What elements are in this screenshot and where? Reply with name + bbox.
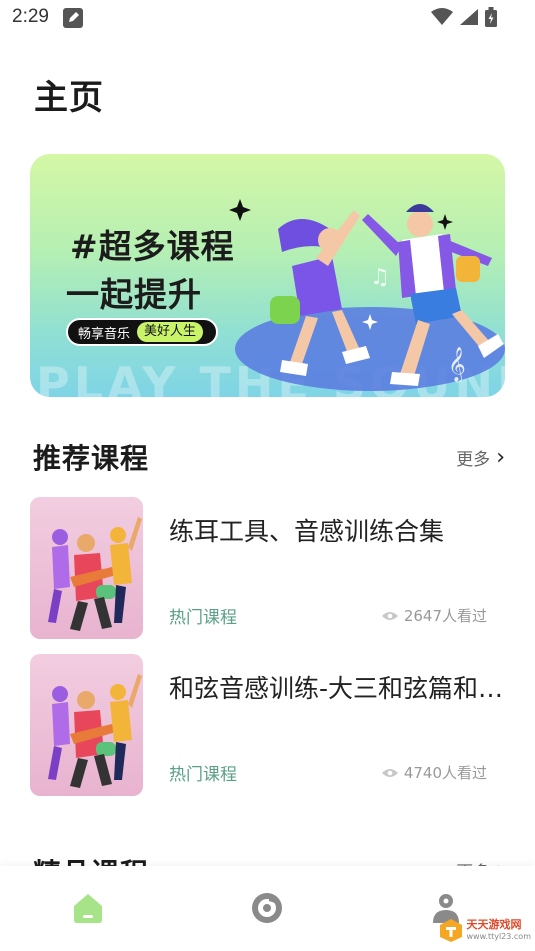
banner-slogan-pill: 畅享音乐 美好人生 xyxy=(66,318,218,346)
more-label: 更多 xyxy=(456,450,491,470)
rock-band-illustration xyxy=(48,517,142,631)
battery-icon xyxy=(485,7,497,27)
watermark-site-url: www.ttyl23.com xyxy=(466,931,531,941)
banner-headline-2: 一起提升 xyxy=(66,275,202,314)
tab-home[interactable] xyxy=(70,890,110,930)
course-title: 和弦音感训练-大三和弦篇和弦音感训练 xyxy=(169,674,505,703)
banner-headline-1: #超多课程 xyxy=(70,227,235,266)
eye-icon xyxy=(381,611,398,620)
dancing-couple-illustration: 𝄞 ♫ xyxy=(229,199,505,391)
course-view-count: 4740人看过 xyxy=(381,762,487,783)
eye-icon xyxy=(381,768,398,777)
course-thumbnail xyxy=(30,497,143,639)
svg-text:𝄞: 𝄞 xyxy=(448,347,466,383)
course-views-text: 4740人看过 xyxy=(403,764,487,782)
tab-music[interactable] xyxy=(249,890,289,930)
banner-slogan-text: 畅享音乐 xyxy=(78,326,131,342)
course-views-text: 2647人看过 xyxy=(403,607,487,625)
signal-icon xyxy=(460,9,478,25)
watermark-site-name: 天天游戏网 xyxy=(466,918,522,932)
status-time: 2:29 xyxy=(12,6,49,27)
banner-slogan-highlight: 美好人生 xyxy=(137,322,204,342)
course-view-count: 2647人看过 xyxy=(381,605,487,626)
status-bar: 2:29 xyxy=(0,0,535,38)
page-title: 主页 xyxy=(34,78,104,118)
watermark-logo-icon xyxy=(439,919,462,942)
edit-notification-icon xyxy=(63,8,83,28)
svg-text:♫: ♫ xyxy=(370,265,390,290)
status-icons xyxy=(431,7,497,27)
site-watermark-badge: 天天游戏网 www.ttyl23.com xyxy=(438,917,531,943)
course-card[interactable]: 练耳工具、音感训练合集 热门课程 2647人看过 xyxy=(30,497,505,639)
wifi-icon xyxy=(431,8,453,25)
course-thumbnail xyxy=(30,654,143,796)
bottom-tab-bar: 天天游戏网 www.ttyl23.com xyxy=(0,866,535,951)
course-tag: 热门课程 xyxy=(169,608,237,628)
music-disc-icon xyxy=(252,893,282,923)
course-tag: 热门课程 xyxy=(169,765,237,785)
recommended-more-link[interactable]: 更多 › xyxy=(456,445,505,470)
promo-banner[interactable]: PLAY THE SOUNDS #超多课程 一起提升 畅享音乐 美好人生 xyxy=(30,154,505,397)
recommended-section-title: 推荐课程 xyxy=(33,442,150,475)
course-title: 练耳工具、音感训练合集 xyxy=(169,517,445,546)
home-icon xyxy=(74,894,102,923)
chevron-right-icon: › xyxy=(496,444,505,470)
course-card[interactable]: 和弦音感训练-大三和弦篇和弦音感训练 热门课程 4740人看过 xyxy=(30,654,505,796)
rock-band-illustration xyxy=(48,674,142,788)
